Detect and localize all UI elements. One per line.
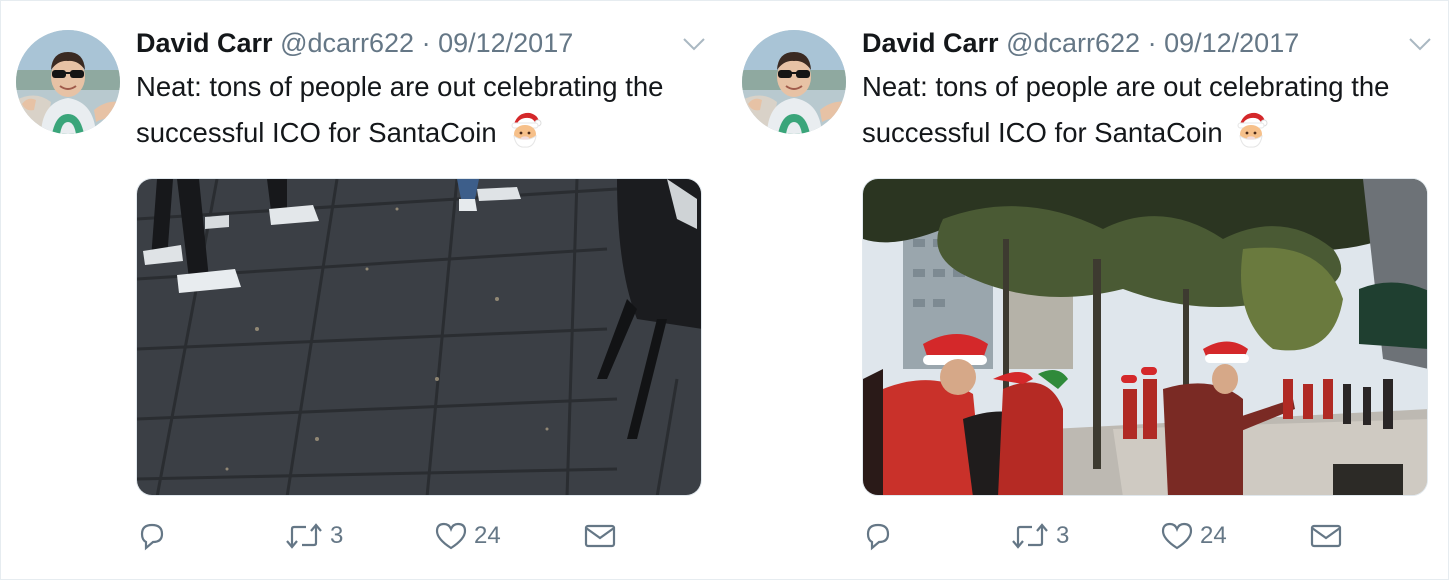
tweet[interactable]: David Carr @dcarr622 · 09/12/2017 Neat: … (726, 0, 1449, 580)
heart-icon (435, 522, 467, 550)
chevron-down-icon[interactable] (1408, 32, 1432, 56)
like-button[interactable]: 24 (1160, 516, 1227, 556)
envelope-icon (1310, 524, 1342, 548)
retweet-count: 3 (1056, 522, 1070, 549)
heart-icon (1161, 522, 1193, 550)
author-name[interactable]: David Carr (862, 28, 999, 58)
author-handle[interactable]: @dcarr622 (1006, 28, 1140, 58)
reply-button[interactable] (862, 516, 894, 556)
tweet-text-block: Neat: tons of people are out celebrating… (136, 64, 716, 162)
avatar[interactable] (742, 30, 846, 134)
tweet-actions: 3 24 (862, 516, 1362, 556)
tweet[interactable]: David Carr @dcarr622 · 09/12/2017 Neat: … (0, 0, 724, 580)
tweet-header: David Carr @dcarr622 · 09/12/2017 (136, 28, 573, 60)
like-button[interactable]: 24 (434, 516, 501, 556)
author-name[interactable]: David Carr (136, 28, 273, 58)
tweet-text-block: Neat: tons of people are out celebrating… (862, 64, 1442, 162)
retweet-icon (1012, 523, 1048, 549)
like-count: 24 (1200, 522, 1227, 549)
separator-dot: · (421, 28, 431, 58)
santa-emoji (508, 110, 542, 162)
retweet-icon (286, 523, 322, 549)
tweet-text: Neat: tons of people are out celebrating… (136, 71, 664, 148)
tweet-text: Neat: tons of people are out celebrating… (862, 71, 1390, 148)
retweet-button[interactable]: 3 (284, 516, 343, 556)
reply-icon (140, 523, 164, 551)
tweet-media-image[interactable] (862, 178, 1428, 496)
like-count: 24 (474, 522, 501, 549)
direct-message-button[interactable] (583, 516, 617, 556)
avatar[interactable] (16, 30, 120, 134)
reply-icon (866, 523, 890, 551)
envelope-icon (584, 524, 616, 548)
chevron-down-icon[interactable] (682, 32, 706, 56)
tweet-actions: 3 24 (136, 516, 636, 556)
direct-message-button[interactable] (1309, 516, 1343, 556)
santa-emoji (1234, 110, 1268, 162)
author-handle[interactable]: @dcarr622 (280, 28, 414, 58)
tweet-date[interactable]: 09/12/2017 (1164, 28, 1299, 58)
tweet-media-image[interactable] (136, 178, 702, 496)
tweet-header: David Carr @dcarr622 · 09/12/2017 (862, 28, 1299, 60)
retweet-count: 3 (330, 522, 344, 549)
reply-button[interactable] (136, 516, 168, 556)
separator-dot: · (1147, 28, 1157, 58)
retweet-button[interactable]: 3 (1010, 516, 1069, 556)
tweet-date[interactable]: 09/12/2017 (438, 28, 573, 58)
